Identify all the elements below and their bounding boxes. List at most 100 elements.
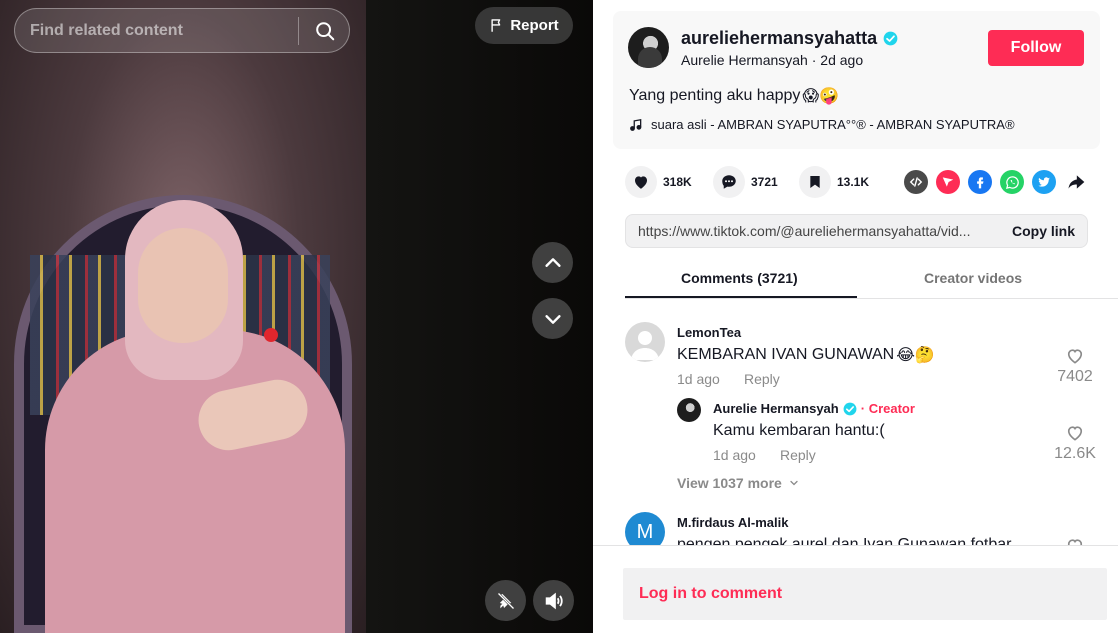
subline-separator: · — [811, 52, 817, 68]
like-circle — [625, 166, 657, 198]
comment-list[interactable]: LemonTea KEMBARAN IVAN GUNAWAN 😂🤔 1d ago… — [593, 300, 1118, 545]
login-prompt: Log in to comment — [639, 585, 783, 602]
reply-author-avatar[interactable] — [677, 398, 701, 422]
creator-badge-label: Creator — [868, 401, 915, 416]
tiktok-video-page: Report aureliehermansyahatta Aurelie Her… — [0, 0, 1118, 633]
view-more-label: View 1037 more — [677, 475, 782, 491]
comment-like-button[interactable]: 7402 — [1050, 346, 1100, 386]
chevron-down-icon — [790, 480, 798, 486]
commenter-name[interactable]: LemonTea — [677, 325, 741, 340]
more-share-button[interactable] — [1064, 170, 1088, 194]
reply-to-reply-button[interactable]: Reply — [780, 447, 816, 463]
save-button[interactable]: 13.1K — [799, 166, 869, 198]
related-search-bar — [14, 8, 350, 53]
follow-button[interactable]: Follow — [988, 30, 1084, 66]
comment-like-button[interactable] — [1050, 536, 1100, 545]
volume-icon — [545, 592, 563, 609]
whatsapp-icon — [1005, 175, 1019, 189]
share-arrow-icon — [1068, 175, 1085, 189]
details-panel: aureliehermansyahatta Aurelie Hermansyah… — [593, 0, 1118, 633]
verified-icon — [843, 402, 857, 415]
creator-badge: · Creator — [860, 401, 915, 416]
caption-text: Yang penting aku happy — [629, 87, 801, 104]
author-username[interactable]: aureliehermansyahatta — [681, 28, 877, 49]
panel-tabs: Comments (3721) Creator videos — [625, 262, 1118, 299]
volume-button[interactable] — [533, 580, 574, 621]
person-face — [138, 228, 228, 343]
twitter-share-button[interactable] — [1032, 170, 1056, 194]
search-button[interactable] — [307, 13, 343, 49]
heart-outline-icon — [1067, 426, 1083, 441]
view-more-replies-button[interactable]: View 1037 more — [677, 475, 800, 491]
username-row: aureliehermansyahatta — [681, 28, 898, 49]
music-note-icon — [630, 118, 642, 131]
search-divider — [298, 17, 299, 45]
save-circle — [799, 166, 831, 198]
tab-creator-videos[interactable]: Creator videos — [924, 270, 1022, 286]
whatsapp-share-button[interactable] — [1000, 170, 1024, 194]
comment-text: KEMBARAN IVAN GUNAWAN 😂🤔 — [677, 345, 935, 365]
caption-emoji: 😱🤪 — [802, 88, 840, 105]
embed-button[interactable] — [904, 170, 928, 194]
video-player[interactable]: Report — [0, 0, 593, 633]
floating-player-button[interactable] — [485, 580, 526, 621]
search-input[interactable] — [30, 9, 300, 52]
author-card: aureliehermansyahatta Aurelie Hermansyah… — [613, 11, 1100, 149]
previous-video-button[interactable] — [532, 242, 573, 283]
author-subline: Aurelie Hermansyah · 2d ago — [681, 52, 863, 68]
active-tab-indicator — [625, 296, 857, 298]
like-button[interactable]: 318K — [625, 166, 692, 198]
tab-comments[interactable]: Comments (3721) — [681, 270, 798, 286]
commenter-name[interactable]: M.firdaus Al-malik — [677, 515, 788, 530]
author-display-name: Aurelie Hermansyah — [681, 52, 808, 68]
facebook-share-button[interactable] — [968, 170, 992, 194]
video-link-box: https://www.tiktok.com/@aureliehermansya… — [625, 214, 1088, 248]
save-count: 13.1K — [837, 175, 870, 189]
login-to-comment-button[interactable]: Log in to comment — [623, 568, 1107, 620]
report-label: Report — [510, 17, 559, 34]
search-icon — [316, 22, 335, 41]
reply-like-button[interactable]: 12.6K — [1050, 423, 1100, 463]
reply-button[interactable]: Reply — [744, 371, 780, 387]
reply-time: 1d ago — [713, 447, 756, 463]
red-ball — [264, 328, 278, 342]
reply-author-label: Aurelie Hermansyah — [713, 401, 839, 416]
verified-icon — [883, 31, 898, 46]
reply-author-name[interactable]: Aurelie Hermansyah · Creator — [713, 401, 915, 416]
comment-emoji: 😂🤔 — [896, 347, 935, 364]
comment-time: 1d ago — [677, 371, 720, 387]
report-button[interactable]: Report — [475, 7, 573, 44]
heart-icon — [635, 176, 647, 189]
commenter-avatar[interactable]: M — [625, 512, 665, 545]
comment-input-bar: Log in to comment — [593, 545, 1118, 633]
author-avatar[interactable] — [628, 27, 669, 68]
music-link[interactable]: suara asli - AMBRAN SYAPUTRA°°® - AMBRAN… — [629, 117, 1015, 132]
comment-icon — [722, 175, 736, 189]
comment-like-count: 7402 — [1057, 368, 1093, 385]
heart-outline-icon — [1067, 539, 1083, 545]
avatar-letter: M — [636, 520, 654, 543]
comment-text: pengen pengek aurel dan Ivan Gunawan fot… — [677, 536, 1012, 545]
copy-link-button[interactable]: Copy link — [1012, 223, 1075, 239]
facebook-icon — [977, 177, 984, 189]
reply-like-count: 12.6K — [1054, 445, 1096, 462]
video-caption: Yang penting aku happy 😱🤪 — [629, 86, 839, 106]
chevron-down-icon — [544, 314, 561, 324]
video-url[interactable]: https://www.tiktok.com/@aureliehermansya… — [638, 223, 990, 239]
default-avatar-icon — [631, 331, 659, 360]
heart-outline-icon — [1067, 349, 1083, 364]
pin-off-icon — [497, 592, 514, 609]
comment-count: 3721 — [751, 175, 778, 189]
comment-button[interactable]: 3721 — [713, 166, 778, 198]
twitter-icon — [1038, 177, 1050, 187]
embed-icon — [909, 177, 923, 187]
send-icon — [942, 177, 954, 187]
commenter-avatar[interactable] — [625, 322, 665, 362]
video-frame[interactable] — [0, 0, 366, 633]
flag-icon — [491, 19, 501, 32]
next-video-button[interactable] — [532, 298, 573, 339]
comment-circle — [713, 166, 745, 198]
bookmark-icon — [810, 176, 820, 188]
comment-body: KEMBARAN IVAN GUNAWAN — [677, 346, 895, 363]
send-button[interactable] — [936, 170, 960, 194]
